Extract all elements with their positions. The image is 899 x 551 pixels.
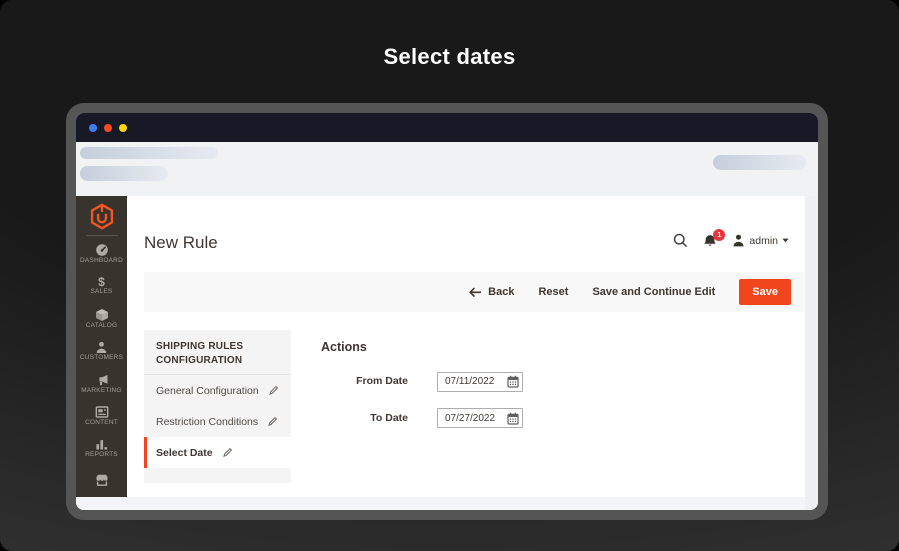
config-item-general-configuration[interactable]: General Configuration	[144, 375, 291, 406]
sidebar-item-label: SALES	[90, 288, 113, 296]
notifications-button[interactable]: 1	[703, 228, 726, 248]
save-button[interactable]: Save	[739, 279, 791, 305]
window-control-yellow[interactable]	[119, 123, 127, 132]
marketing-icon	[95, 373, 109, 387]
search-icon[interactable]	[673, 233, 688, 248]
config-item-label: Restriction Conditions	[156, 415, 259, 428]
dashboard-icon	[95, 243, 109, 257]
save-and-continue-button[interactable]: Save and Continue Edit	[592, 286, 715, 298]
admin-menu-button[interactable]: admin	[732, 234, 789, 247]
stores-icon	[95, 473, 109, 487]
sales-icon: $	[98, 275, 105, 290]
from-date-label: From Date	[356, 375, 408, 388]
sidebar-item-label: DASHBOARD	[80, 256, 123, 264]
screenshot-root: Select dates DASHBOARD $ SALES CATALOG C…	[0, 0, 899, 551]
config-item-label: General Configuration	[156, 384, 259, 397]
actions-form: Actions From Date 07/11/2022 To Date 07/…	[320, 330, 523, 428]
reports-icon	[95, 438, 109, 451]
pencil-icon	[267, 416, 278, 427]
to-date-label: To Date	[370, 411, 408, 424]
page-bottom-strip	[76, 497, 805, 510]
sidebar-item-reports[interactable]: REPORTS	[76, 432, 127, 464]
notification-badge: 1	[713, 228, 726, 241]
main-content: New Rule 1 admin Back Reset Save and Con…	[127, 196, 805, 497]
stage-title: Select dates	[383, 44, 516, 69]
window-titlebar	[76, 113, 818, 142]
back-button[interactable]: Back	[469, 286, 514, 298]
customers-icon	[95, 341, 108, 354]
tab-placeholder	[80, 147, 218, 159]
to-date-row: To Date	[320, 408, 523, 428]
sidebar-item-label: CATALOG	[85, 321, 118, 329]
sidebar-divider	[85, 235, 118, 237]
sidebar-item-sales[interactable]: $ SALES	[76, 270, 127, 302]
magento-logo-icon	[90, 203, 114, 230]
admin-sidebar: DASHBOARD $ SALES CATALOG CUSTOMERS MARK…	[76, 196, 127, 497]
page-title: New Rule	[144, 233, 218, 252]
sidebar-item-label: CUSTOMERS	[79, 353, 124, 361]
sidebar-item-marketing[interactable]: MARKETING	[76, 367, 127, 399]
shipping-rules-config-panel: SHIPPING RULES CONFIGURATION General Con…	[144, 330, 291, 483]
sidebar-item-catalog[interactable]: CATALOG	[76, 302, 127, 334]
user-icon	[732, 234, 745, 247]
config-item-select-date[interactable]: Select Date	[144, 437, 291, 468]
pencil-icon	[268, 385, 279, 396]
admin-username: admin	[749, 234, 778, 247]
sidebar-item-dashboard[interactable]: DASHBOARD	[76, 237, 127, 269]
page-action-toolbar: Back Reset Save and Continue Edit Save	[144, 272, 805, 312]
window-control-red[interactable]	[104, 123, 112, 132]
catalog-icon	[95, 308, 109, 322]
content-icon	[95, 405, 109, 419]
header-actions: 1 admin	[673, 228, 789, 248]
back-label: Back	[488, 286, 515, 298]
reset-button[interactable]: Reset	[538, 286, 568, 298]
sidebar-item-customers[interactable]: CUSTOMERS	[76, 335, 127, 367]
browser-window: DASHBOARD $ SALES CATALOG CUSTOMERS MARK…	[66, 103, 828, 520]
sidebar-item-stores[interactable]	[76, 465, 127, 497]
sidebar-item-label: REPORTS	[85, 451, 118, 459]
address-bar-placeholder	[80, 166, 168, 181]
caret-down-icon	[782, 238, 789, 243]
calendar-icon[interactable]	[507, 375, 519, 388]
sidebar-item-content[interactable]: CONTENT	[76, 400, 127, 432]
config-item-label: Select Date	[156, 446, 213, 459]
app-viewport: DASHBOARD $ SALES CATALOG CUSTOMERS MARK…	[76, 196, 805, 497]
admin-app: DASHBOARD $ SALES CATALOG CUSTOMERS MARK…	[76, 196, 818, 510]
config-panel-title: SHIPPING RULES CONFIGURATION	[156, 341, 244, 366]
from-date-row: From Date	[320, 371, 523, 392]
scrollbar-track[interactable]	[805, 196, 818, 510]
back-arrow-icon	[469, 286, 482, 298]
browser-chrome	[76, 142, 818, 196]
pencil-icon	[222, 447, 233, 458]
sidebar-item-label: MARKETING	[81, 386, 122, 394]
window-control-blue[interactable]	[89, 123, 97, 132]
calendar-icon[interactable]	[507, 412, 519, 425]
form-section-title: Actions	[321, 340, 367, 354]
chrome-right-placeholder	[713, 155, 806, 170]
sidebar-item-label: CONTENT	[85, 419, 118, 427]
sidebar-logo-button[interactable]	[90, 196, 114, 233]
config-item-restriction-conditions[interactable]: Restriction Conditions	[144, 406, 291, 437]
